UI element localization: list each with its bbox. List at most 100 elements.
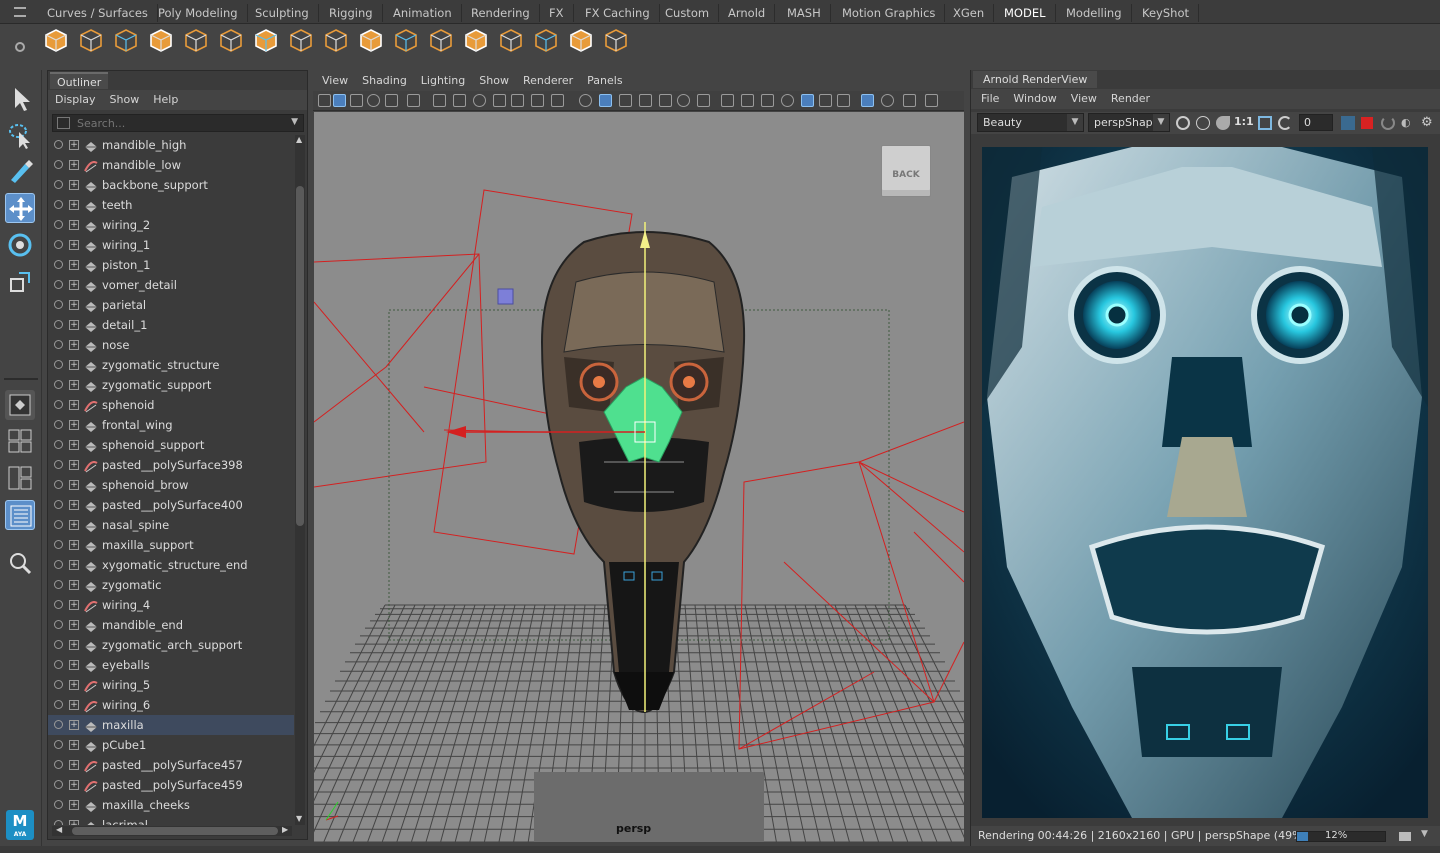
viewport-tool-20-icon[interactable] <box>721 94 734 107</box>
camera-dropdown[interactable]: perspShap ▼ <box>1088 113 1170 132</box>
outliner-item[interactable]: + pCube1 <box>48 735 294 755</box>
shelf-border-icon[interactable] <box>393 27 419 53</box>
outliner-item[interactable]: + lacrimal <box>48 815 294 825</box>
visibility-toggle-icon[interactable] <box>54 460 63 469</box>
visibility-toggle-icon[interactable] <box>54 660 63 669</box>
shelf-tab-rigging[interactable]: Rigging <box>320 4 383 22</box>
outliner-item[interactable]: + eyeballs <box>48 655 294 675</box>
visibility-toggle-icon[interactable] <box>54 700 63 709</box>
expand-plus-icon[interactable]: + <box>69 560 79 570</box>
shelf-tab-motion-graphics[interactable]: Motion Graphics <box>833 4 946 22</box>
outliner-item[interactable]: + mandible_high <box>48 135 294 155</box>
scroll-up-arrow-icon[interactable]: ▲ <box>296 135 302 144</box>
shelf-box-3d-icon[interactable] <box>463 27 489 53</box>
viewport-tool-8-icon[interactable] <box>473 94 486 107</box>
lasso-tool-icon[interactable] <box>5 120 35 150</box>
outliner-item[interactable]: + wiring_1 <box>48 235 294 255</box>
search-dropdown-icon[interactable]: ▼ <box>291 117 298 127</box>
viewport-tool-26-icon[interactable] <box>837 94 850 107</box>
visibility-toggle-icon[interactable] <box>54 500 63 509</box>
outliner-item[interactable]: + teeth <box>48 195 294 215</box>
shelf-box-icon[interactable] <box>253 27 279 53</box>
select-tool-icon[interactable] <box>5 84 35 114</box>
shelf-tab-curves-surfaces[interactable]: Curves / Surfaces <box>38 4 158 22</box>
expand-plus-icon[interactable]: + <box>69 580 79 590</box>
visibility-toggle-icon[interactable] <box>54 360 63 369</box>
visibility-toggle-icon[interactable] <box>54 300 63 309</box>
visibility-toggle-icon[interactable] <box>54 640 63 649</box>
expand-plus-icon[interactable]: + <box>69 700 79 710</box>
settings-gear-icon[interactable]: ⚙ <box>1421 115 1433 130</box>
shelf-blocks-icon[interactable] <box>498 27 524 53</box>
expand-plus-icon[interactable]: + <box>69 640 79 650</box>
outliner-search-input[interactable] <box>77 116 277 130</box>
visibility-toggle-icon[interactable] <box>54 140 63 149</box>
visibility-toggle-icon[interactable] <box>54 540 63 549</box>
outliner-item[interactable]: + sphenoid_brow <box>48 475 294 495</box>
shelf-tab-modelling[interactable]: Modelling <box>1057 4 1132 22</box>
visibility-toggle-icon[interactable] <box>54 520 63 529</box>
rotate-tool-icon[interactable] <box>5 230 35 260</box>
expand-plus-icon[interactable]: + <box>69 680 79 690</box>
render-image[interactable] <box>982 147 1428 818</box>
outliner-item[interactable]: + wiring_6 <box>48 695 294 715</box>
viewcube[interactable]: BACK <box>881 145 931 197</box>
outliner-hscroll-thumb[interactable] <box>72 827 278 835</box>
outliner-item[interactable]: + wiring_5 <box>48 675 294 695</box>
viewport-tool-21-icon[interactable] <box>741 94 754 107</box>
viewport-menu-shading[interactable]: Shading <box>355 71 414 91</box>
outliner-item[interactable]: + maxilla <box>48 715 294 735</box>
viewport-tool-29-icon[interactable] <box>903 94 916 107</box>
shelf-curve-tool-icon[interactable] <box>148 27 174 53</box>
aov-dropdown[interactable]: Beauty ▼ <box>977 113 1084 132</box>
frame-field[interactable]: 0 <box>1299 114 1333 131</box>
shelf-tab-sculpting[interactable]: Sculpting <box>246 4 319 22</box>
expand-plus-icon[interactable]: + <box>69 280 79 290</box>
outliner-item[interactable]: + frontal_wing <box>48 415 294 435</box>
shelf-grid-icon[interactable] <box>113 27 139 53</box>
expand-plus-icon[interactable]: + <box>69 440 79 450</box>
outliner-item[interactable]: + pasted__polySurface400 <box>48 495 294 515</box>
outliner-item[interactable]: + zygomatic <box>48 575 294 595</box>
viewport-tool-15-icon[interactable] <box>619 94 632 107</box>
viewport-tool-16-icon[interactable] <box>639 94 652 107</box>
viewport-tool-5-icon[interactable] <box>407 94 420 107</box>
expand-plus-icon[interactable]: + <box>69 260 79 270</box>
viewport-tool-19-icon[interactable] <box>697 94 710 107</box>
shelf-tab-custom[interactable]: Custom <box>656 4 720 22</box>
outliner-item[interactable]: + detail_1 <box>48 315 294 335</box>
shelf-tab-keyshot[interactable]: KeyShot <box>1133 4 1199 22</box>
expand-plus-icon[interactable]: + <box>69 760 79 770</box>
viewport-tool-2-icon[interactable] <box>350 94 363 107</box>
outliner-item[interactable]: + mandible_end <box>48 615 294 635</box>
outliner-layout-icon[interactable] <box>5 500 35 530</box>
expand-plus-icon[interactable]: + <box>69 140 79 150</box>
expand-plus-icon[interactable]: + <box>69 220 79 230</box>
expand-plus-icon[interactable]: + <box>69 460 79 470</box>
expand-plus-icon[interactable]: + <box>69 480 79 490</box>
viewport-menu-show[interactable]: Show <box>472 71 516 91</box>
four-view-layout-icon[interactable] <box>5 426 35 456</box>
shelf-tab-rendering[interactable]: Rendering <box>462 4 540 22</box>
expand-plus-icon[interactable]: + <box>69 380 79 390</box>
shelf-tab-poly-modeling[interactable]: Poly Modeling <box>149 4 248 22</box>
shelf-paint-icon[interactable] <box>323 27 349 53</box>
visibility-toggle-icon[interactable] <box>54 240 63 249</box>
viewport-tool-14-icon[interactable] <box>599 94 612 107</box>
visibility-toggle-icon[interactable] <box>54 680 63 689</box>
scroll-left-arrow-icon[interactable]: ◀ <box>56 825 62 834</box>
visibility-toggle-icon[interactable] <box>54 720 63 729</box>
expand-plus-icon[interactable]: + <box>69 340 79 350</box>
outliner-item[interactable]: + pasted__polySurface398 <box>48 455 294 475</box>
viewport-menu-renderer[interactable]: Renderer <box>516 71 580 91</box>
visibility-toggle-icon[interactable] <box>54 780 63 789</box>
shelf-settings-icon[interactable] <box>15 42 25 52</box>
shelf-sphere-grid-icon[interactable] <box>218 27 244 53</box>
outliner-item[interactable]: + vomer_detail <box>48 275 294 295</box>
viewport-tool-1-icon[interactable] <box>333 94 346 107</box>
expand-plus-icon[interactable]: + <box>69 800 79 810</box>
viewport-tool-3-icon[interactable] <box>367 94 380 107</box>
viewport-tool-4-icon[interactable] <box>385 94 398 107</box>
expand-plus-icon[interactable]: + <box>69 820 79 825</box>
visibility-toggle-icon[interactable] <box>54 440 63 449</box>
